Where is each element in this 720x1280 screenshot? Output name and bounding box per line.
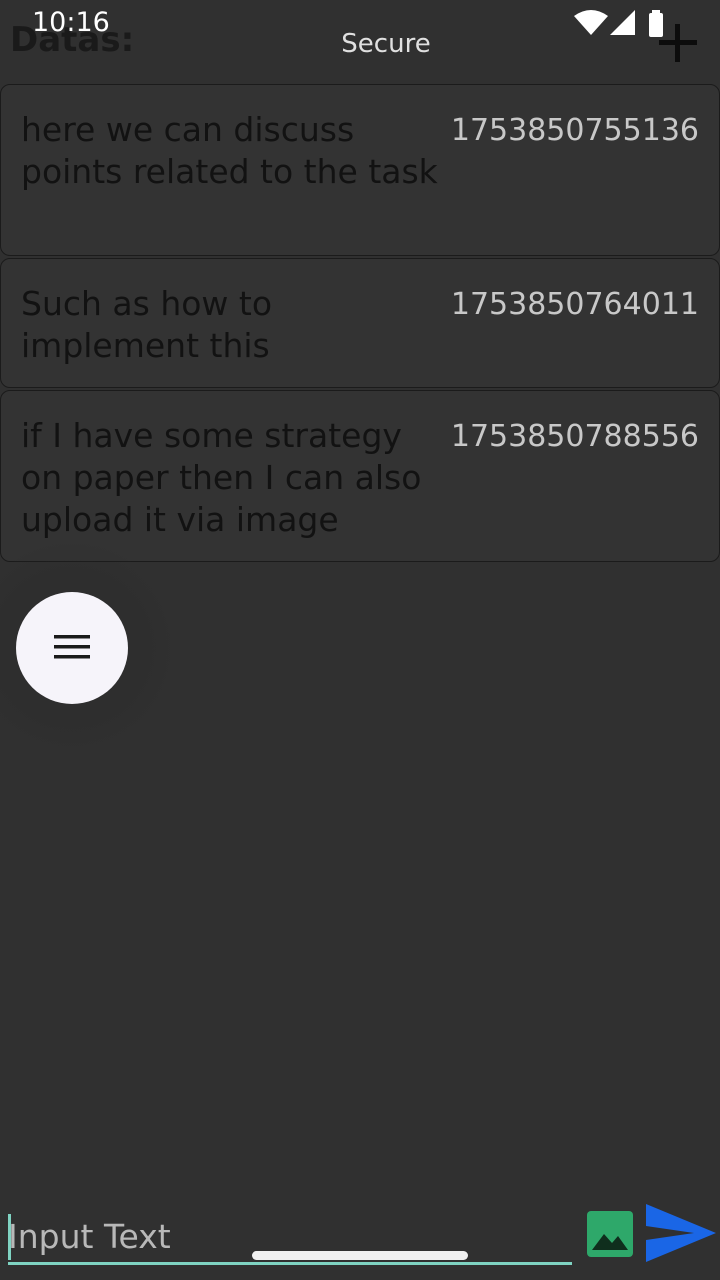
card-timestamp: 1753850788556 (450, 419, 699, 454)
send-button[interactable] (644, 1202, 718, 1264)
list-item[interactable]: here we can discuss points related to th… (0, 84, 720, 256)
card-timestamp: 1753850755136 (450, 113, 699, 148)
send-icon (646, 1204, 716, 1262)
signal-icon (610, 10, 635, 35)
card-text: here we can discuss points related to th… (21, 110, 438, 191)
screen: Datas: 10:16 Secure here we can discuss … (0, 0, 720, 1280)
list-item[interactable]: if I have some strategy on paper then I … (0, 390, 720, 562)
list-item[interactable]: Such as how to implement this 1753850764… (0, 258, 720, 388)
image-icon (587, 1211, 633, 1257)
card-text: Such as how to implement this (21, 284, 273, 365)
add-button[interactable] (656, 20, 700, 64)
plus-icon (659, 24, 697, 62)
card-list: here we can discuss points related to th… (0, 84, 720, 564)
image-button[interactable] (586, 1210, 634, 1258)
wifi-icon (574, 10, 608, 35)
navigation-handle[interactable] (252, 1251, 468, 1260)
menu-button[interactable] (16, 592, 128, 704)
card-timestamp: 1753850764011 (450, 287, 699, 322)
text-caret (8, 1214, 11, 1260)
card-text: if I have some strategy on paper then I … (21, 416, 422, 539)
menu-icon (54, 635, 90, 659)
